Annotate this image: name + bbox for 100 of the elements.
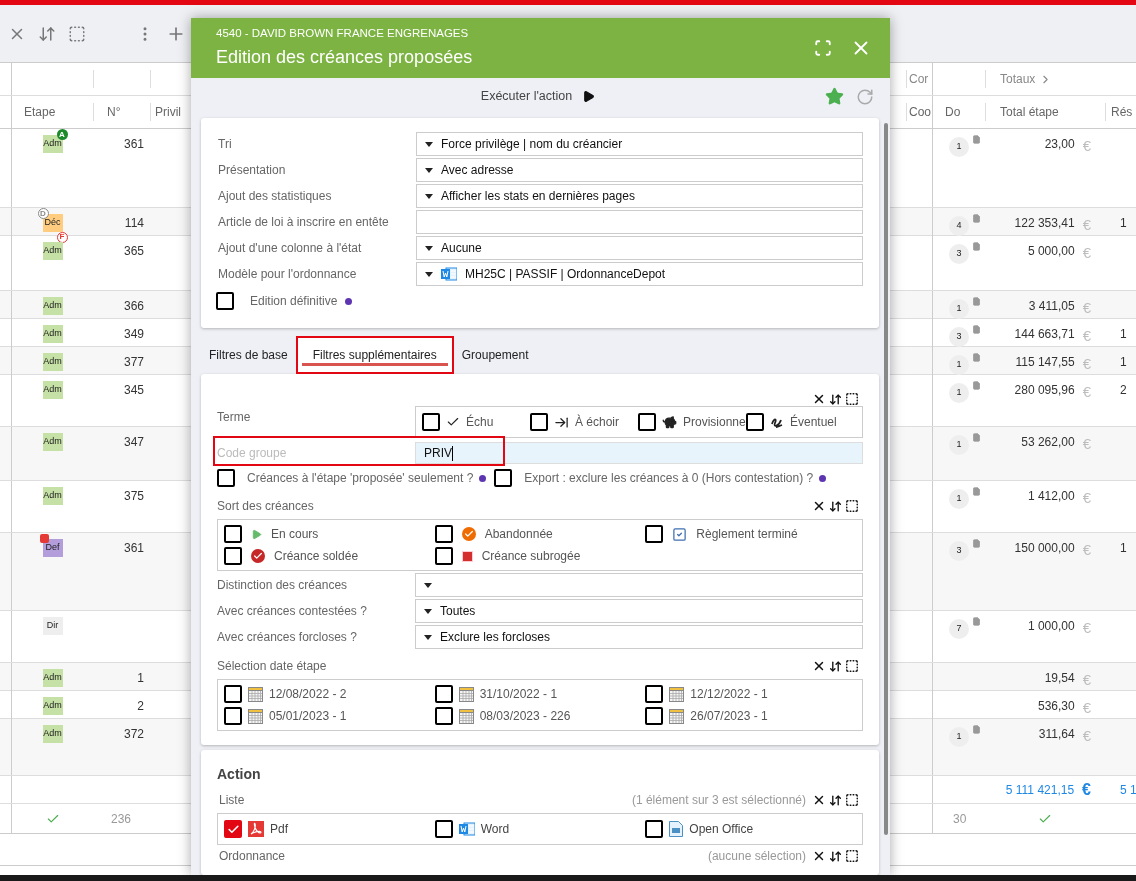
- clear-icon[interactable]: [812, 392, 826, 406]
- checkbox[interactable]: [645, 707, 664, 725]
- tab[interactable]: Filtres supplémentaires: [295, 336, 454, 374]
- option-label: Éventuel: [790, 413, 837, 431]
- document-icon: [972, 539, 981, 548]
- clear-icon[interactable]: [812, 793, 826, 807]
- checkbox[interactable]: [224, 707, 242, 725]
- table-cell: 1: [1120, 327, 1127, 341]
- help-icon[interactable]: [819, 474, 827, 482]
- column-header: Total étape: [985, 103, 1105, 121]
- clear-icon[interactable]: [812, 659, 826, 673]
- select-field[interactable]: Avec adresse: [416, 158, 863, 182]
- input-field[interactable]: PRIV: [415, 442, 863, 464]
- sort-icon[interactable]: [829, 499, 842, 513]
- column-header: N°: [93, 103, 150, 121]
- currency-symbol: €: [1082, 670, 1091, 690]
- select-all-icon[interactable]: [845, 849, 859, 863]
- checkbox[interactable]: [434, 685, 453, 703]
- option-label: À échoir: [575, 413, 620, 431]
- stage-tag: Adm: [42, 325, 63, 343]
- table-cell-text: 150 000,00: [1014, 540, 1075, 557]
- table-cell-text: 236: [110, 810, 133, 828]
- calendar-icon: [248, 686, 263, 702]
- table-cell-text: 1 000,00: [1027, 618, 1075, 635]
- calendar-icon: [248, 708, 263, 724]
- sort-icon[interactable]: [829, 849, 842, 863]
- currency-symbol: €: [1082, 215, 1091, 235]
- sort-icon[interactable]: [829, 659, 842, 673]
- tab[interactable]: Groupement: [453, 336, 537, 374]
- square-icon: [461, 550, 473, 562]
- check-icon: [446, 415, 460, 429]
- select-field[interactable]: Afficher les stats en dernières pages: [416, 184, 863, 208]
- table-cell-text: 2: [137, 698, 144, 715]
- scrollbar[interactable]: [883, 123, 888, 835]
- table-cell-text: 366: [123, 298, 144, 315]
- field-label: Terme: [217, 409, 252, 426]
- currency-symbol: €: [1082, 354, 1091, 374]
- star-icon[interactable]: [825, 87, 844, 106]
- checkbox[interactable]: [217, 469, 235, 487]
- clear-icon[interactable]: [812, 499, 826, 513]
- checkbox[interactable]: [494, 469, 513, 487]
- checkbox[interactable]: [530, 413, 548, 431]
- dialog-subtitle: 4540 - DAVID BROWN FRANCE ENGRENAGES: [216, 25, 470, 41]
- sort-icon[interactable]: [829, 793, 842, 807]
- checkbox[interactable]: [224, 685, 242, 703]
- select-field[interactable]: [415, 573, 863, 597]
- checkbox[interactable]: [645, 685, 664, 703]
- document-icon: [972, 214, 981, 223]
- option-label: 12/12/2022 - 1: [690, 686, 768, 703]
- caret-icon: [424, 634, 432, 640]
- sort-icon[interactable]: [829, 392, 842, 406]
- select-all-icon[interactable]: [845, 659, 859, 673]
- document-count: 3: [949, 327, 969, 347]
- document-count: 1: [949, 137, 969, 157]
- select-all-icon[interactable]: [845, 392, 859, 406]
- section-title: Action: [217, 765, 262, 784]
- select-field[interactable]: Force privilège | nom du créancier: [416, 132, 863, 156]
- help-icon[interactable]: [345, 297, 353, 305]
- option-label: Créance soldée: [274, 548, 359, 565]
- field-label: Ajout des statistiques: [218, 188, 333, 205]
- checkbox[interactable]: [434, 525, 453, 543]
- document-icon: [458, 821, 475, 837]
- checkbox-label: Edition définitive: [250, 293, 338, 310]
- checkbox[interactable]: [434, 547, 453, 565]
- clear-icon[interactable]: [812, 849, 826, 863]
- select-field[interactable]: Exclure les forcloses: [415, 625, 863, 649]
- text-field[interactable]: [416, 210, 863, 234]
- checkbox[interactable]: [638, 413, 656, 431]
- caret-icon: [425, 141, 433, 147]
- table-cell-text: 5 000,00: [1027, 243, 1075, 260]
- checkbox[interactable]: [224, 547, 242, 565]
- table-cell-text: 361: [123, 136, 144, 153]
- field-label: Avec créances forcloses ?: [217, 629, 358, 646]
- select-field[interactable]: Toutes: [415, 599, 863, 623]
- tab[interactable]: Filtres de base: [201, 336, 296, 374]
- select-field[interactable]: Aucune: [416, 236, 863, 260]
- table-cell-text: 345: [123, 382, 144, 399]
- checkbox[interactable]: [645, 525, 664, 543]
- checkbox[interactable]: [645, 820, 664, 838]
- execute-action-button[interactable]: Exécuter l'action: [480, 87, 596, 106]
- checkbox[interactable]: [434, 707, 453, 725]
- checkbox[interactable]: [224, 820, 242, 838]
- stage-tag: Adm: [42, 297, 63, 315]
- column-group-header[interactable]: Totaux: [985, 70, 1105, 88]
- checkbox[interactable]: [216, 292, 234, 310]
- checkbox[interactable]: [224, 525, 242, 543]
- table-cell-text: 53 262,00: [1021, 434, 1075, 451]
- help-icon[interactable]: [479, 474, 487, 482]
- currency-symbol: €: [1082, 726, 1091, 746]
- stage-tag: Adm: [42, 697, 63, 715]
- document-count: 3: [949, 244, 969, 264]
- select-all-icon[interactable]: [845, 793, 859, 807]
- select-field[interactable]: MH25C | PASSIF | OrdonnanceDepot: [416, 262, 863, 286]
- select-all-icon[interactable]: [845, 499, 859, 513]
- checkbox[interactable]: [434, 820, 453, 838]
- table-cell-text: 3 411,05: [1028, 298, 1075, 315]
- checkbox[interactable]: [422, 413, 440, 431]
- checkbox[interactable]: [746, 413, 764, 431]
- document-icon: [972, 325, 981, 334]
- field-label: Liste: [219, 792, 245, 809]
